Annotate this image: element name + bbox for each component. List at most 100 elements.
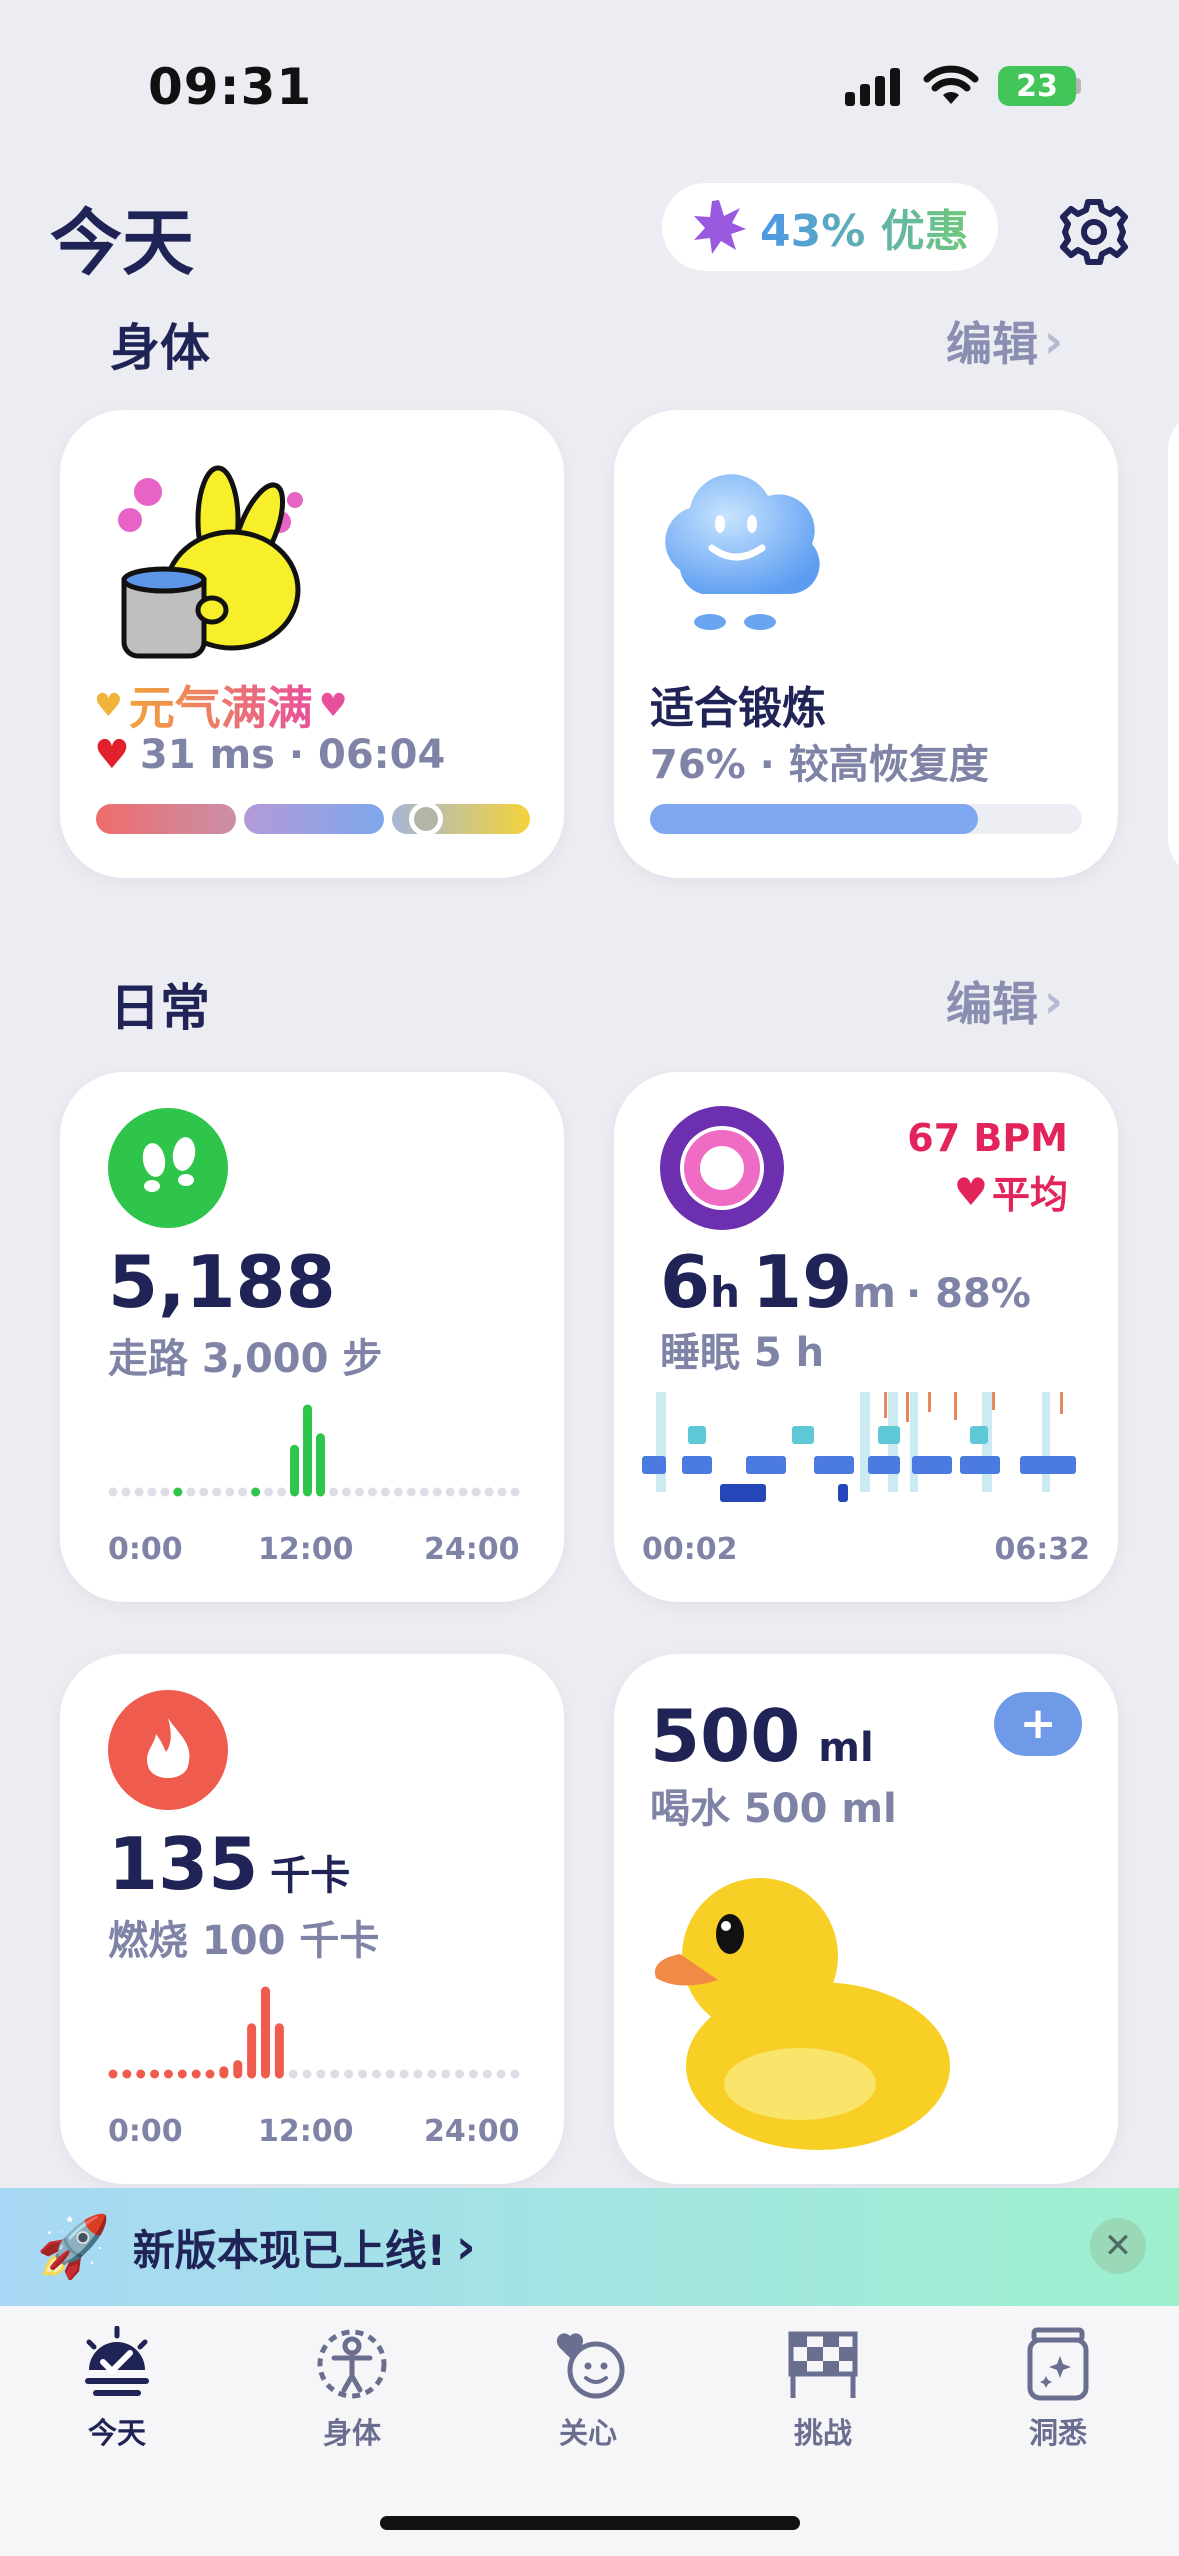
steps-empty-dot: [108, 1487, 118, 1497]
cloud-mascot-icon: [665, 474, 820, 630]
calorie-empty-dot: [455, 2069, 465, 2079]
steps-bar: [173, 1487, 183, 1497]
calorie-goal: 燃烧 100 千卡: [108, 1918, 380, 1964]
care-icon: [556, 2333, 625, 2399]
today-icon: [85, 2326, 149, 2396]
energy-title-row: ♥ 元气满满 ♥: [94, 672, 347, 738]
calorie-bar: [260, 1986, 270, 2079]
steps-empty-dot: [354, 1487, 364, 1497]
settings-gear-icon[interactable]: [1058, 196, 1130, 268]
star-badge-icon: [694, 200, 746, 254]
sleep-axis-end: 06:32: [994, 1532, 1091, 1567]
signal-icon: [845, 68, 900, 106]
steps-empty-dot: [367, 1487, 377, 1497]
tab-care[interactable]: 关心: [518, 2326, 658, 2452]
steps-empty-dot: [225, 1487, 235, 1497]
edit-label: 编辑: [946, 317, 1038, 371]
sleep-bpm: 67 BPM: [907, 1116, 1068, 1160]
water-value-row: 500 ml: [650, 1694, 874, 1778]
calorie-bar: [150, 2069, 160, 2079]
calorie-axis-mid: 12:00: [258, 2114, 354, 2149]
steps-axis-mid: 12:00: [258, 1532, 354, 1567]
steps-goal: 走路 3,000 步: [108, 1336, 383, 1382]
close-icon: ✕: [1103, 2226, 1133, 2266]
battery-nub: [1076, 78, 1081, 94]
calorie-axis-start: 0:00: [108, 2114, 183, 2149]
energy-metric-row: ♥ 31 ms · 06:04: [94, 732, 445, 778]
calorie-card[interactable]: 135 千卡 燃烧 100 千卡 0:00 12:00 24:00: [60, 1654, 564, 2184]
steps-empty-dot: [510, 1487, 520, 1497]
steps-empty-dot: [199, 1487, 209, 1497]
recovery-card[interactable]: 适合锻炼 76% · 较高恢复度: [614, 410, 1118, 878]
steps-empty-dot: [160, 1487, 170, 1497]
steps-bar: [303, 1404, 313, 1497]
steps-empty-dot: [419, 1487, 429, 1497]
sleep-hours: 6: [660, 1240, 711, 1324]
water-value: 500: [650, 1694, 801, 1778]
tab-today[interactable]: 今天: [47, 2326, 187, 2452]
calorie-bar: [205, 2069, 215, 2079]
edit-daily-link[interactable]: 编辑 ›: [946, 968, 1063, 1034]
tab-body[interactable]: 身体: [282, 2326, 422, 2452]
sleep-card[interactable]: 67 BPM ♥ 平均 6 h 19 m · 88% 睡眠 5 h 00:02 …: [614, 1072, 1118, 1602]
steps-empty-dot: [212, 1487, 222, 1497]
banner-close-button[interactable]: ✕: [1090, 2218, 1146, 2274]
calorie-value-row: 135 千卡: [108, 1822, 350, 1906]
tab-label-insight: 洞悉: [1028, 2416, 1087, 2450]
sleep-minutes-unit: m: [852, 1268, 896, 1317]
sleep-duration: 6 h 19 m · 88%: [660, 1240, 1031, 1324]
steps-empty-dot: [121, 1487, 131, 1497]
calorie-empty-dot: [371, 2069, 381, 2079]
tab-label-challenge: 挑战: [793, 2416, 852, 2450]
tab-label-body: 身体: [322, 2416, 381, 2450]
sleep-minutes: 19: [752, 1240, 853, 1324]
chevron-right-icon: ›: [1044, 974, 1063, 1028]
steps-empty-dot: [147, 1487, 157, 1497]
banner-text: 新版本现已上线!: [132, 2225, 446, 2275]
sleep-ring-icon: [660, 1106, 784, 1230]
calorie-bar: [191, 2069, 201, 2079]
calorie-empty-dot: [344, 2069, 354, 2079]
energy-card[interactable]: ♥ 元气满满 ♥ ♥ 31 ms · 06:04: [60, 410, 564, 878]
water-card[interactable]: 500 ml 喝水 500 ml +: [614, 1654, 1118, 2184]
section-title-daily: 日常: [110, 979, 210, 1037]
steps-empty-dot: [497, 1487, 507, 1497]
steps-empty-dot: [264, 1487, 274, 1497]
section-title-body: 身体: [110, 319, 210, 377]
calorie-bar: [274, 2023, 284, 2079]
tab-challenge[interactable]: 挑战: [753, 2326, 893, 2452]
footprints-icon: [108, 1108, 228, 1228]
sleep-bpm-label: 平均: [991, 1173, 1068, 1217]
next-card-peek[interactable]: [1168, 410, 1179, 878]
plus-icon: +: [1019, 1698, 1057, 1749]
calorie-bar: [177, 2069, 187, 2079]
sleep-stage-chart: [642, 1392, 1076, 1502]
calorie-value: 135: [108, 1822, 259, 1906]
steps-value: 5,188: [108, 1240, 336, 1324]
steps-empty-dot: [471, 1487, 481, 1497]
calorie-empty-dot: [399, 2069, 409, 2079]
water-goal: 喝水 500 ml: [650, 1786, 897, 1832]
calorie-empty-dot: [358, 2069, 368, 2079]
add-water-button[interactable]: +: [994, 1692, 1082, 1756]
calorie-empty-dot: [441, 2069, 451, 2079]
chevron-right-icon: ›: [455, 2219, 476, 2275]
calorie-empty-dot: [288, 2069, 298, 2079]
promo-button[interactable]: 43% 优惠: [662, 183, 998, 271]
tab-insight[interactable]: 洞悉: [988, 2326, 1128, 2452]
sleep-percent: · 88%: [905, 1271, 1031, 1317]
steps-empty-dot: [328, 1487, 338, 1497]
calorie-bar: [219, 2066, 229, 2079]
update-banner[interactable]: 🚀 新版本现已上线! › ✕: [0, 2188, 1179, 2306]
steps-bar: [315, 1433, 325, 1497]
wifi-icon: [923, 65, 979, 104]
calorie-empty-dot: [482, 2069, 492, 2079]
recovery-progress-fill: [650, 804, 979, 834]
steps-bar: [290, 1444, 300, 1497]
battery-indicator: 23: [998, 66, 1076, 106]
steps-empty-dot: [484, 1487, 494, 1497]
steps-bar: [251, 1487, 261, 1497]
edit-body-link[interactable]: 编辑 ›: [946, 308, 1063, 374]
steps-card[interactable]: 5,188 走路 3,000 步 0:00 12:00 24:00: [60, 1072, 564, 1602]
home-indicator[interactable]: [380, 2516, 800, 2530]
